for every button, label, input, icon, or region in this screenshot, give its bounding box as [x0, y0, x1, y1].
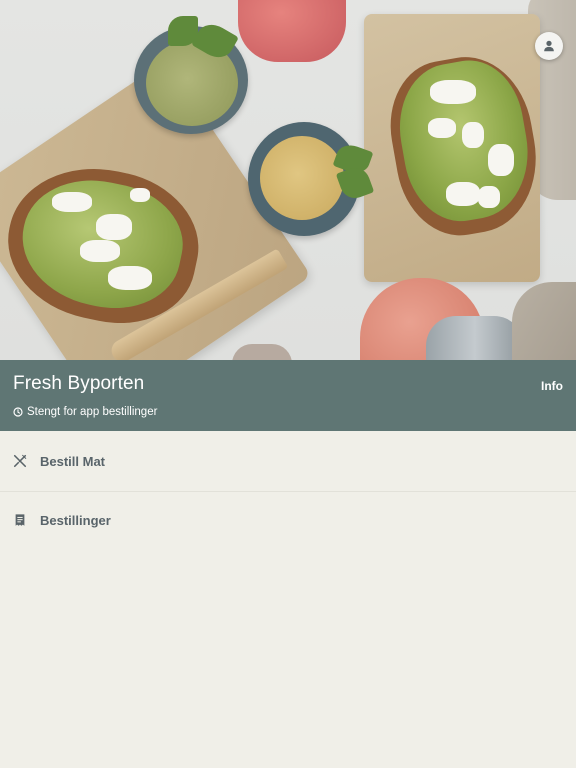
store-status: Stengt for app bestillinger — [13, 406, 157, 418]
profile-button[interactable] — [535, 32, 563, 60]
feta — [446, 182, 480, 206]
utensils-icon — [12, 453, 28, 469]
menu-item-label: Bestillinger — [40, 512, 111, 528]
clock-icon — [13, 407, 23, 417]
menu-item-orders[interactable]: Bestillinger — [0, 492, 576, 548]
feta — [52, 192, 92, 212]
store-header: Fresh Byporten Info Stengt for app besti… — [0, 360, 576, 431]
feta — [80, 240, 120, 262]
person-icon — [542, 39, 556, 53]
feta — [96, 214, 132, 240]
napkin — [512, 282, 576, 360]
hero-image — [0, 0, 576, 360]
hummus — [260, 136, 344, 220]
store-name: Fresh Byporten — [13, 373, 145, 394]
status-text: Stengt for app bestillinger — [27, 406, 158, 418]
feta — [430, 80, 476, 104]
feta — [108, 266, 152, 290]
feta — [478, 186, 500, 208]
pot-edge — [232, 344, 292, 360]
menu-list: Bestill Mat Bestillinger — [0, 431, 576, 548]
menu-item-label: Bestill Mat — [40, 453, 106, 469]
receipt-icon — [12, 512, 28, 528]
smoothie-jar-top — [238, 0, 346, 62]
feta — [488, 144, 514, 176]
jar-lid — [426, 316, 524, 360]
feta — [428, 118, 456, 138]
info-button[interactable]: Info — [541, 379, 563, 393]
feta — [462, 122, 484, 148]
menu-item-order-food[interactable]: Bestill Mat — [0, 431, 576, 492]
feta — [130, 188, 150, 202]
